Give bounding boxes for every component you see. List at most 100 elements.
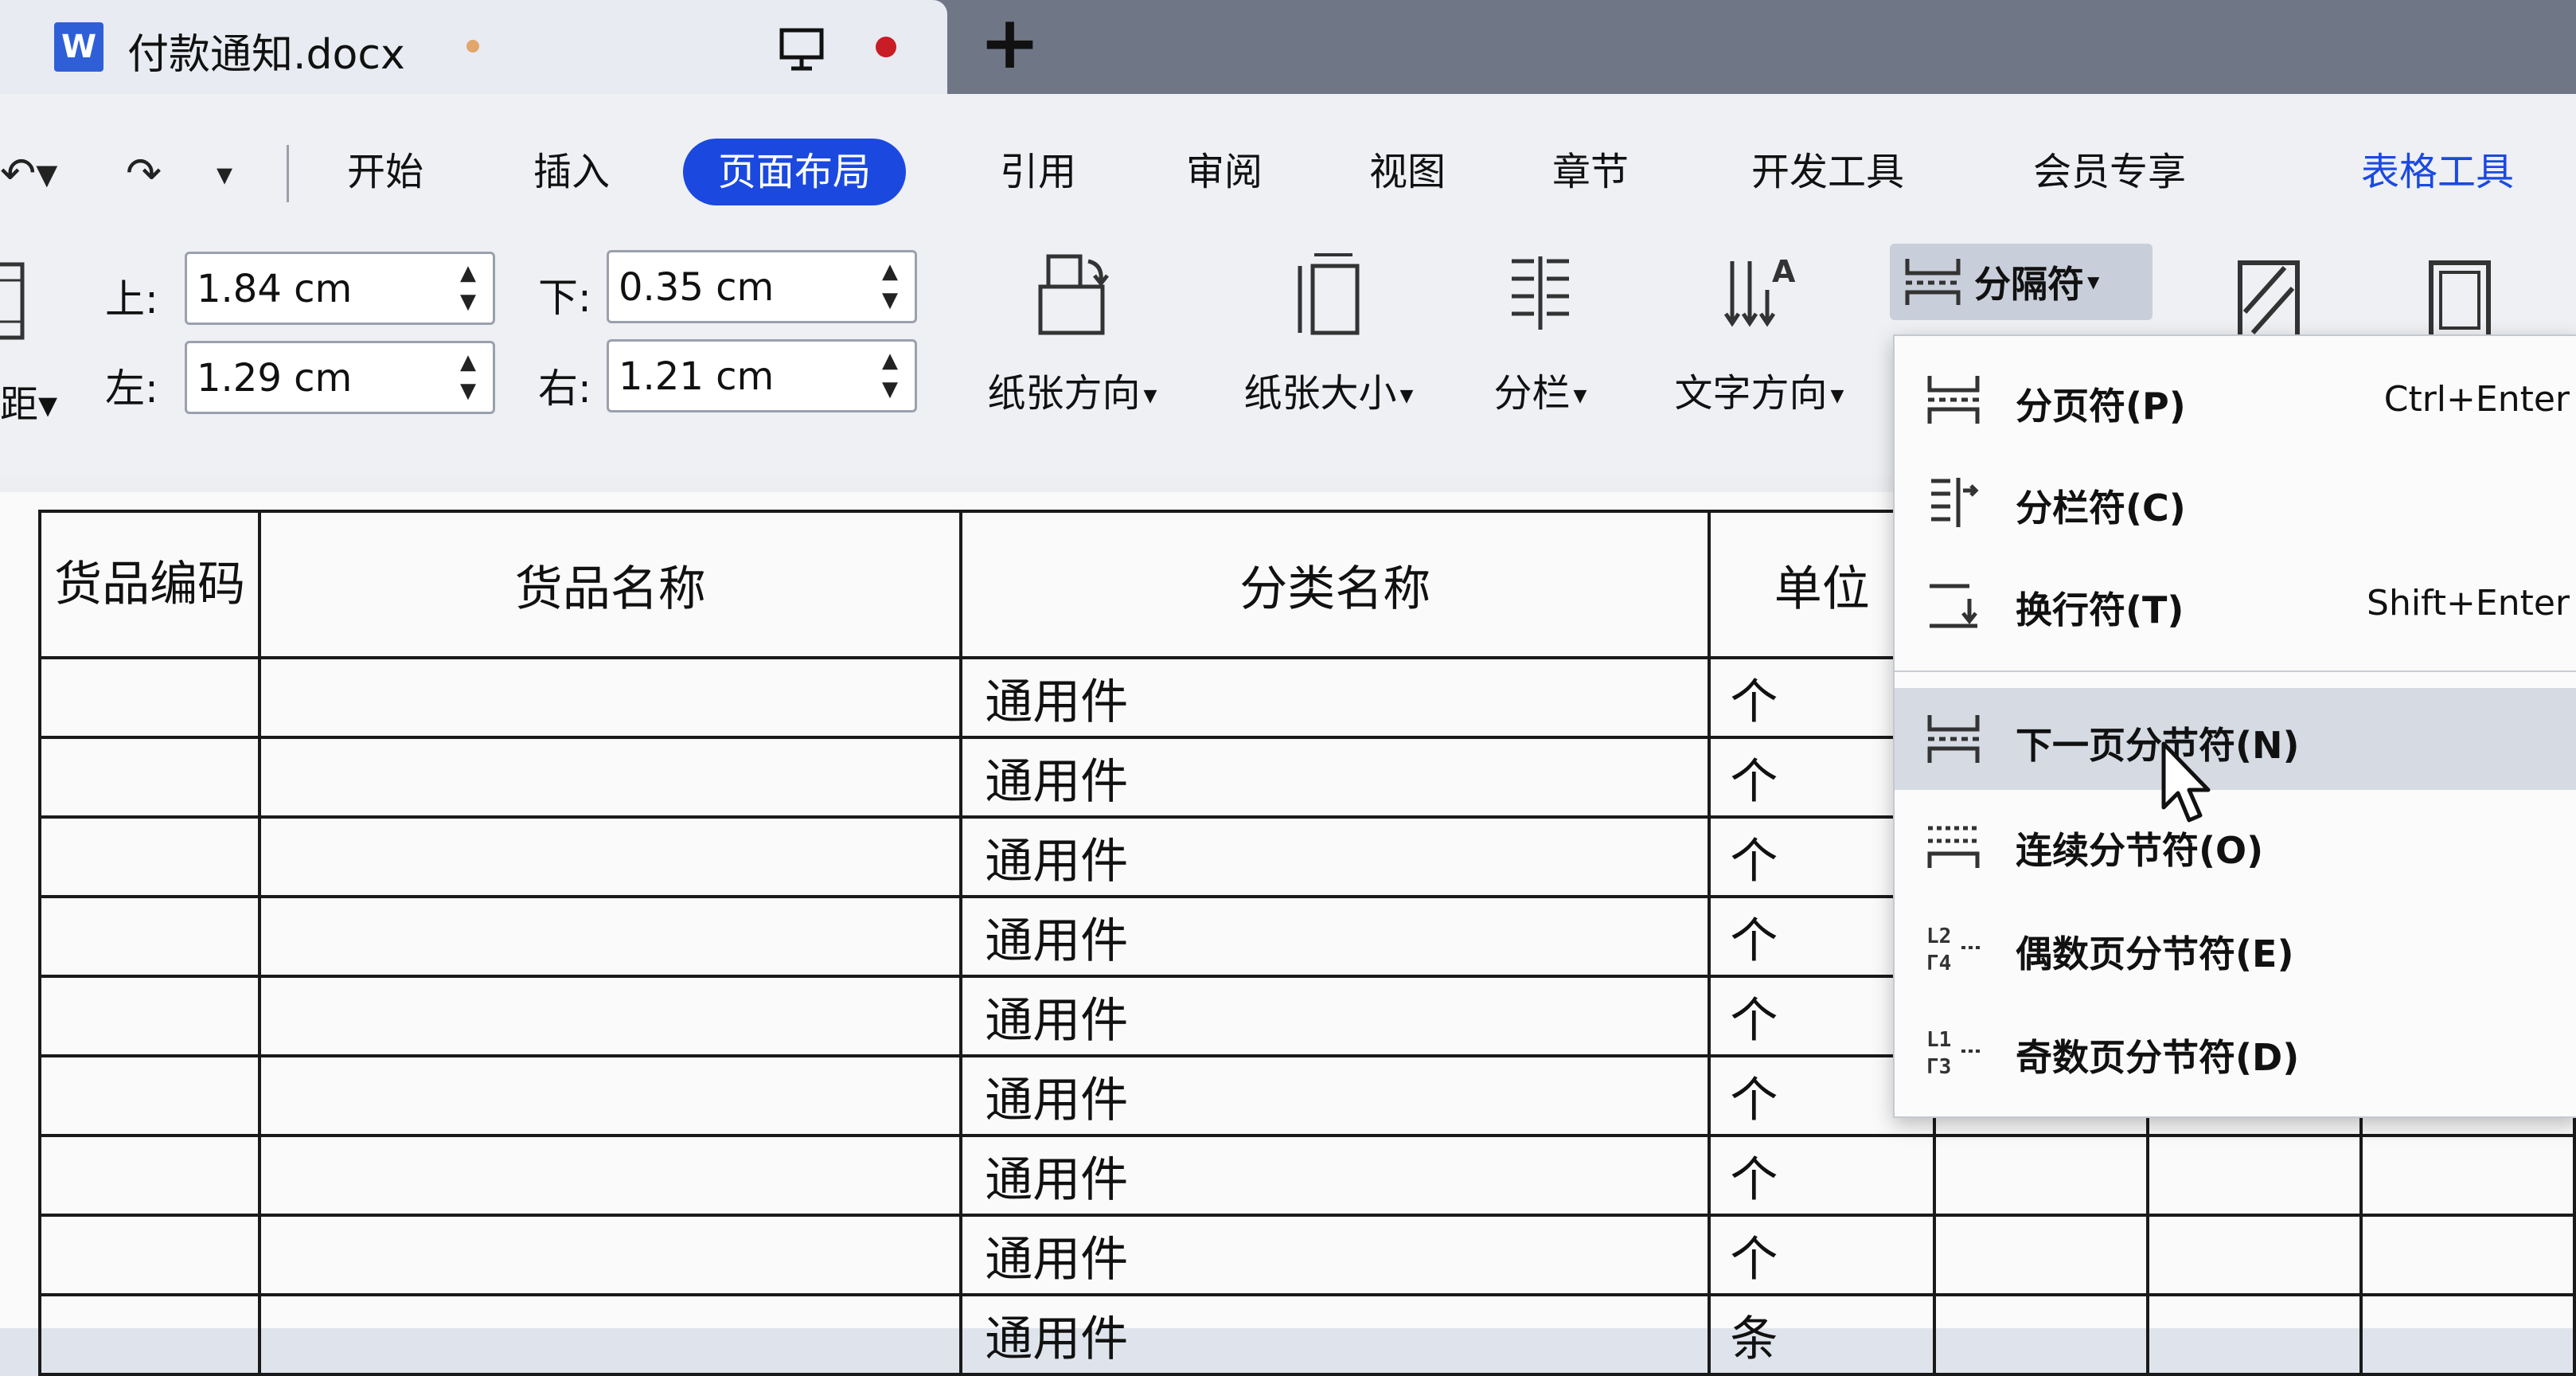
table-cell[interactable] <box>2148 1215 2361 1295</box>
table-cell[interactable] <box>1934 1295 2148 1374</box>
table-row[interactable]: 通用件条 <box>40 1295 2574 1374</box>
tab-review[interactable]: 审阅 <box>1151 139 1298 205</box>
table-cell[interactable] <box>1934 1136 2148 1215</box>
breaks-icon <box>1901 254 1965 310</box>
svg-text:A: A <box>1772 254 1796 289</box>
table-cell[interactable] <box>2148 1136 2361 1215</box>
table-cell[interactable] <box>260 1136 961 1215</box>
svg-text:L2: L2 <box>1926 924 1951 948</box>
document-tab[interactable]: W 付款通知.docx <box>0 0 947 99</box>
menu-item-page-break[interactable]: 分页符(P) Ctrl+Enter <box>1895 349 2576 451</box>
close-tab-dot-icon[interactable] <box>876 37 896 57</box>
table-cell[interactable] <box>2361 1136 2574 1215</box>
category-cell[interactable]: 通用件 <box>961 1215 1709 1295</box>
table-cell[interactable] <box>40 897 260 976</box>
table-cell[interactable] <box>2148 1295 2361 1374</box>
table-cell[interactable] <box>1934 1215 2148 1295</box>
table-row[interactable]: 通用件个 <box>40 1136 2574 1215</box>
table-cell[interactable] <box>260 817 961 897</box>
table-cell[interactable] <box>260 1215 961 1295</box>
left-margin-input[interactable] <box>195 350 445 407</box>
table-cell[interactable] <box>40 976 260 1056</box>
top-margin-label: 上: <box>105 268 158 325</box>
breaks-label: 分隔符 <box>1974 256 2084 308</box>
new-tab-button[interactable]: + <box>979 6 1040 80</box>
tab-references[interactable]: 引用 <box>965 139 1111 205</box>
menu-item-odd-page-section-break[interactable]: L1 Γ3 奇数页分节符(D) <box>1895 1000 2576 1102</box>
menu-item-line-break[interactable]: 换行符(T) Shift+Enter <box>1895 553 2576 655</box>
table-cell[interactable] <box>2361 1295 2574 1374</box>
left-margin-spinner[interactable]: ▲▼ <box>185 341 495 414</box>
menu-item-label: 分页符(P) <box>2016 377 2186 430</box>
table-cell[interactable] <box>260 1295 961 1374</box>
chevron-down-icon: ▼ <box>1574 386 1587 406</box>
table-cell[interactable] <box>2361 1215 2574 1295</box>
table-cell[interactable] <box>40 1215 260 1295</box>
customize-quick-access-button[interactable]: ▾ <box>217 156 232 193</box>
bottom-margin-spinner[interactable]: ▲▼ <box>607 250 917 323</box>
columns-button[interactable]: 分栏▼ <box>1473 250 1608 417</box>
orientation-button[interactable]: 纸张方向▼ <box>965 250 1180 417</box>
left-margin-stepper-icon[interactable]: ▲▼ <box>456 348 480 407</box>
margins-icon[interactable] <box>0 261 27 341</box>
category-cell[interactable]: 通用件 <box>961 976 1709 1056</box>
table-cell[interactable] <box>40 817 260 897</box>
tab-view[interactable]: 视图 <box>1334 139 1481 205</box>
table-cell[interactable] <box>260 658 961 737</box>
menu-item-even-page-section-break[interactable]: L2 Γ4 偶数页分节符(E) <box>1895 897 2576 999</box>
unsaved-dot-icon <box>466 40 479 53</box>
table-cell[interactable] <box>260 737 961 817</box>
tab-table-tools[interactable]: 表格工具 <box>2326 139 2549 205</box>
menu-item-column-break[interactable]: 分栏符(C) <box>1895 451 2576 553</box>
monitor-icon[interactable] <box>777 24 826 73</box>
category-cell[interactable]: 通用件 <box>961 1056 1709 1136</box>
category-cell[interactable]: 通用件 <box>961 737 1709 817</box>
wps-writer-logo-icon: W <box>54 22 103 72</box>
tab-home[interactable]: 开始 <box>312 139 459 205</box>
tab-insert[interactable]: 插入 <box>498 139 645 205</box>
chevron-down-icon: ▼ <box>2087 272 2099 291</box>
top-margin-input[interactable] <box>195 260 445 318</box>
redo-button[interactable]: ↷ <box>126 148 162 198</box>
toolbar-separator <box>287 145 289 202</box>
mouse-cursor-icon <box>2159 741 2215 828</box>
margins-dropdown-label[interactable]: 距▾ <box>0 373 57 428</box>
svg-text:Γ4: Γ4 <box>1926 952 1951 975</box>
tab-chapter[interactable]: 章节 <box>1517 139 1664 205</box>
table-cell[interactable] <box>260 897 961 976</box>
text-direction-button[interactable]: A 文字方向▼ <box>1648 250 1871 417</box>
category-cell[interactable]: 通用件 <box>961 1136 1709 1215</box>
tab-page-layout[interactable]: 页面布局 <box>683 139 906 205</box>
top-margin-spinner[interactable]: ▲▼ <box>185 252 495 325</box>
table-cell[interactable] <box>40 737 260 817</box>
menu-item-continuous-section-break[interactable]: 连续分节符(O) <box>1895 793 2576 895</box>
undo-button[interactable]: ↶▾ <box>0 148 57 198</box>
category-cell[interactable]: 通用件 <box>961 1295 1709 1374</box>
category-cell[interactable]: 通用件 <box>961 897 1709 976</box>
table-cell[interactable] <box>40 1056 260 1136</box>
menu-item-next-page-section-break[interactable]: 下一页分节符(N) <box>1895 688 2576 790</box>
category-cell[interactable]: 通用件 <box>961 658 1709 737</box>
tab-member[interactable]: 会员专享 <box>1998 139 2221 205</box>
unit-cell[interactable]: 条 <box>1709 1295 1934 1374</box>
table-cell[interactable] <box>260 976 961 1056</box>
bottom-margin-input[interactable] <box>617 259 867 316</box>
bottom-margin-stepper-icon[interactable]: ▲▼ <box>878 257 902 316</box>
unit-cell[interactable]: 个 <box>1709 1136 1934 1215</box>
right-margin-spinner[interactable]: ▲▼ <box>607 339 917 412</box>
right-margin-stepper-icon[interactable]: ▲▼ <box>878 346 902 405</box>
table-cell[interactable] <box>40 1295 260 1374</box>
page-color-icon[interactable] <box>2229 256 2309 344</box>
top-margin-stepper-icon[interactable]: ▲▼ <box>456 259 480 318</box>
table-cell[interactable] <box>40 658 260 737</box>
paper-size-button[interactable]: 纸张大小▼ <box>1221 250 1436 417</box>
tab-developer[interactable]: 开发工具 <box>1716 139 1939 205</box>
right-margin-input[interactable] <box>617 348 867 405</box>
category-cell[interactable]: 通用件 <box>961 817 1709 897</box>
unit-cell[interactable]: 个 <box>1709 1215 1934 1295</box>
table-cell[interactable] <box>40 1136 260 1215</box>
table-cell[interactable] <box>260 1056 961 1136</box>
page-borders-icon[interactable] <box>2420 256 2500 344</box>
breaks-button[interactable]: 分隔符 ▼ <box>1890 244 2153 320</box>
table-row[interactable]: 通用件个 <box>40 1215 2574 1295</box>
